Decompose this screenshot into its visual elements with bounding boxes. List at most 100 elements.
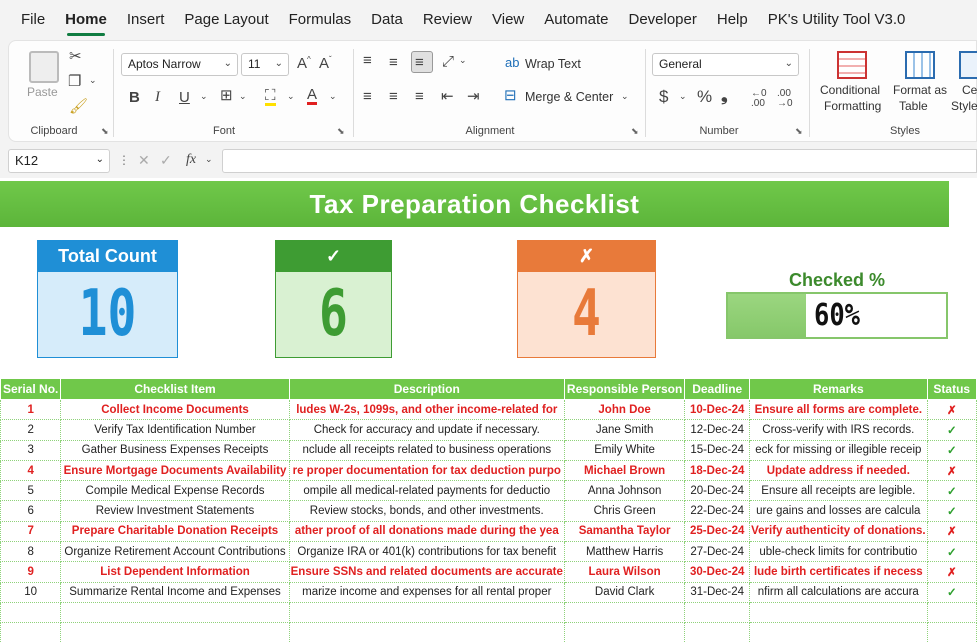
item-cell[interactable]: Verify Tax Identification Number bbox=[60, 419, 290, 441]
chevron-down-icon[interactable]: ⌄ bbox=[205, 155, 213, 164]
merge-center-button[interactable]: Merge & Center bbox=[525, 90, 613, 104]
status-cell[interactable]: ✓ bbox=[926, 419, 977, 441]
remarks-cell[interactable]: Verify authenticity of donations. bbox=[749, 520, 928, 543]
empty-cell[interactable] bbox=[60, 622, 290, 642]
formula-input[interactable] bbox=[222, 149, 977, 173]
deadline-cell[interactable]: 25-Dec-24 bbox=[684, 520, 751, 543]
menu-page-layout[interactable]: Page Layout bbox=[184, 0, 268, 40]
paste-button[interactable]: Paste bbox=[27, 85, 58, 99]
column-header[interactable]: Checklist Item bbox=[60, 378, 290, 400]
empty-cell[interactable] bbox=[60, 601, 290, 624]
align-left-icon[interactable]: ≡ bbox=[363, 89, 372, 104]
chevron-down-icon[interactable]: ⌄ bbox=[239, 92, 247, 101]
font-color-icon[interactable]: A bbox=[307, 87, 318, 105]
increase-decimal-icon[interactable]: ←0.00 bbox=[751, 89, 767, 109]
description-cell[interactable]: marize income and expenses for all renta… bbox=[288, 581, 565, 603]
serial-cell[interactable]: 1 bbox=[0, 398, 62, 421]
column-header[interactable]: Responsible Person bbox=[563, 378, 686, 400]
item-cell[interactable]: Review Investment Statements bbox=[60, 500, 290, 522]
decrease-decimal-icon[interactable]: .00 →0 bbox=[777, 89, 793, 109]
alignment-launcher-icon[interactable]: ⬊ bbox=[631, 126, 639, 137]
item-cell[interactable]: Prepare Charitable Donation Receipts bbox=[60, 520, 290, 543]
column-header[interactable]: Serial No. bbox=[0, 378, 62, 400]
person-cell[interactable]: Emily White bbox=[563, 439, 686, 461]
description-cell[interactable]: Check for accuracy and update if necessa… bbox=[288, 419, 565, 441]
item-cell[interactable]: Compile Medical Expense Records bbox=[60, 480, 290, 502]
remarks-cell[interactable]: uble-check limits for contributio bbox=[749, 541, 928, 563]
deadline-cell[interactable]: 31-Dec-24 bbox=[684, 581, 751, 603]
empty-cell[interactable] bbox=[926, 622, 977, 642]
fill-color-icon[interactable]: ⛶ bbox=[265, 88, 276, 106]
remarks-cell[interactable]: Cross-verify with IRS records. bbox=[749, 419, 928, 441]
serial-cell[interactable]: 9 bbox=[0, 561, 62, 583]
conditional-formatting-button[interactable]: Conditional bbox=[820, 83, 880, 97]
conditional-formatting-icon[interactable] bbox=[837, 51, 867, 79]
font-size-dropdown[interactable]: 11 ⌄ bbox=[241, 53, 289, 76]
enter-icon[interactable]: ✓ bbox=[160, 153, 172, 167]
item-cell[interactable]: Organize Retirement Account Contribution… bbox=[60, 541, 290, 563]
more-options-icon[interactable]: ⋮ bbox=[118, 154, 130, 166]
serial-cell[interactable]: 10 bbox=[0, 581, 62, 603]
menu-file[interactable]: File bbox=[21, 0, 45, 40]
copy-icon[interactable]: ❐ bbox=[68, 74, 81, 89]
menu-insert[interactable]: Insert bbox=[127, 0, 165, 40]
item-cell[interactable]: Ensure Mortgage Documents Availability bbox=[60, 459, 290, 482]
empty-cell[interactable] bbox=[563, 601, 686, 624]
column-header[interactable]: Status bbox=[926, 378, 977, 400]
description-cell[interactable]: Ensure SSNs and related documents are ac… bbox=[288, 561, 565, 583]
empty-cell[interactable] bbox=[563, 622, 686, 642]
person-cell[interactable]: David Clark bbox=[563, 581, 686, 603]
item-cell[interactable]: List Dependent Information bbox=[60, 561, 290, 583]
description-cell[interactable]: Organize IRA or 401(k) contributions for… bbox=[288, 541, 565, 563]
deadline-cell[interactable]: 22-Dec-24 bbox=[684, 500, 751, 522]
cell-styles-button[interactable]: Cell bbox=[962, 83, 977, 97]
menu-formulas[interactable]: Formulas bbox=[289, 0, 352, 40]
paste-icon[interactable] bbox=[29, 51, 59, 83]
column-header[interactable]: Remarks bbox=[749, 378, 928, 400]
percent-icon[interactable]: % bbox=[697, 88, 712, 105]
increase-indent-icon[interactable]: ⇥ bbox=[467, 89, 480, 104]
description-cell[interactable]: ather proof of all donations made during… bbox=[288, 520, 565, 543]
person-cell[interactable]: Samantha Taylor bbox=[563, 520, 686, 543]
underline-icon[interactable]: U bbox=[179, 90, 190, 105]
comma-style-icon[interactable]: ❟ bbox=[721, 87, 728, 104]
deadline-cell[interactable]: 18-Dec-24 bbox=[684, 459, 751, 482]
remarks-cell[interactable]: Ensure all forms are complete. bbox=[749, 398, 928, 421]
status-cell[interactable]: ✗ bbox=[926, 561, 977, 583]
align-center-icon[interactable]: ≡ bbox=[389, 89, 398, 104]
status-cell[interactable]: ✓ bbox=[926, 480, 977, 502]
description-cell[interactable]: ompile all medical-related payments for … bbox=[288, 480, 565, 502]
person-cell[interactable]: John Doe bbox=[563, 398, 686, 421]
description-cell[interactable]: nclude all receipts related to business … bbox=[288, 439, 565, 461]
serial-cell[interactable]: 5 bbox=[0, 480, 62, 502]
column-header[interactable]: Description bbox=[288, 378, 565, 400]
currency-icon[interactable]: $ bbox=[659, 88, 668, 105]
status-cell[interactable]: ✓ bbox=[926, 500, 977, 522]
deadline-cell[interactable]: 15-Dec-24 bbox=[684, 439, 751, 461]
remarks-cell[interactable]: Update address if needed. bbox=[749, 459, 928, 482]
chevron-down-icon[interactable]: ⌄ bbox=[200, 92, 208, 101]
remarks-cell[interactable]: nfirm all calculations are accura bbox=[749, 581, 928, 603]
menu-developer[interactable]: Developer bbox=[628, 0, 696, 40]
deadline-cell[interactable]: 10-Dec-24 bbox=[684, 398, 751, 421]
empty-cell[interactable] bbox=[684, 622, 751, 642]
item-cell[interactable]: Collect Income Documents bbox=[60, 398, 290, 421]
bold-icon[interactable]: B bbox=[129, 90, 140, 105]
person-cell[interactable]: Chris Green bbox=[563, 500, 686, 522]
item-cell[interactable]: Gather Business Expenses Receipts bbox=[60, 439, 290, 461]
person-cell[interactable]: Anna Johnson bbox=[563, 480, 686, 502]
status-cell[interactable]: ✗ bbox=[926, 520, 977, 543]
chevron-down-icon[interactable]: ⌄ bbox=[679, 92, 687, 101]
empty-cell[interactable] bbox=[0, 622, 62, 642]
deadline-cell[interactable]: 20-Dec-24 bbox=[684, 480, 751, 502]
serial-cell[interactable]: 4 bbox=[0, 459, 62, 482]
deadline-cell[interactable]: 27-Dec-24 bbox=[684, 541, 751, 563]
empty-cell[interactable] bbox=[288, 622, 565, 642]
remarks-cell[interactable]: lude birth certificates if necess bbox=[749, 561, 928, 583]
empty-cell[interactable] bbox=[684, 601, 751, 624]
status-cell[interactable]: ✗ bbox=[926, 459, 977, 482]
cut-icon[interactable]: ✂ bbox=[69, 49, 82, 64]
decrease-font-icon[interactable]: Aˇ bbox=[319, 56, 332, 72]
item-cell[interactable]: Summarize Rental Income and Expenses bbox=[60, 581, 290, 603]
wrap-text-icon[interactable]: ab bbox=[505, 56, 519, 69]
